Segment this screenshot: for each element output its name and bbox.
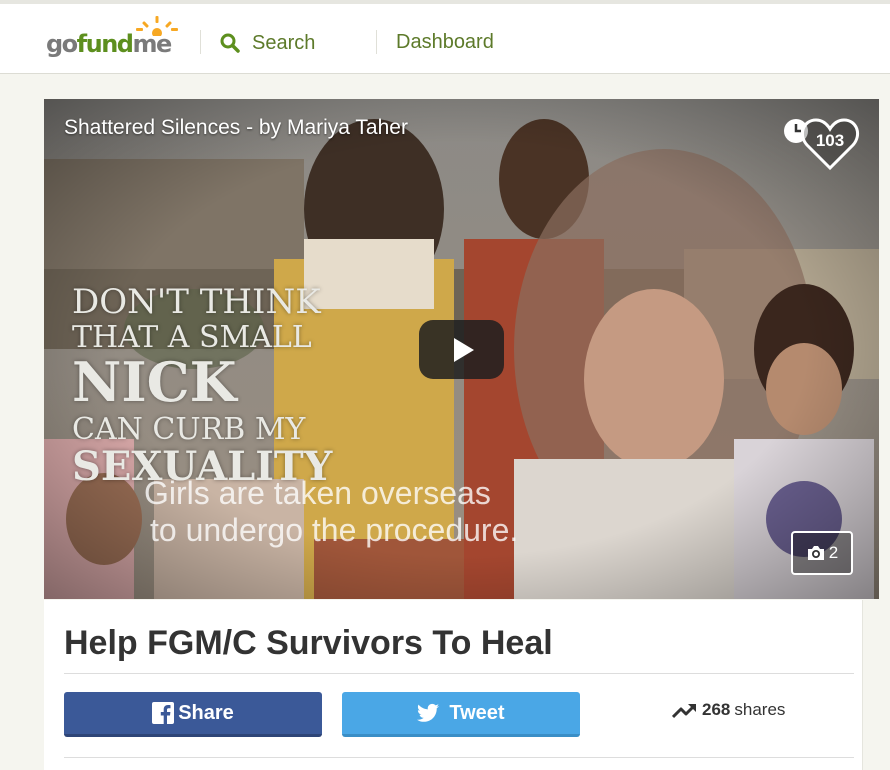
video-subtitle: Girls are taken overseas to undergo the … <box>144 475 518 549</box>
quote-line: THAT A SMALL <box>72 320 312 355</box>
logo-wordmark: gofundme <box>46 30 172 58</box>
campaign-video[interactable]: Shattered Silences - by Mariya Taher DON… <box>44 99 879 599</box>
quote-line: DON'T THINK <box>72 282 321 322</box>
shares-count: 268 <box>702 700 731 719</box>
dashboard-link[interactable]: Dashboard <box>396 31 494 54</box>
gofundme-logo[interactable]: gofundme <box>46 16 186 62</box>
shares-label: shares <box>734 700 786 719</box>
header-divider <box>200 30 201 54</box>
video-overlay-quote: DON'T THINK THAT A SMALL NICK CAN CURB M… <box>72 285 332 487</box>
facebook-share-button[interactable]: Share <box>64 692 322 737</box>
twitter-icon <box>417 703 440 722</box>
photo-gallery-button[interactable]: 2 <box>791 531 853 575</box>
search-icon <box>220 33 240 53</box>
quote-line: NICK <box>72 350 237 414</box>
photo-count: 2 <box>828 543 839 562</box>
quote-line: CAN CURB MY <box>72 412 306 447</box>
play-button[interactable] <box>419 320 504 379</box>
tweet-label: Tweet <box>449 701 505 724</box>
panel-edge <box>862 600 863 770</box>
divider <box>64 673 854 674</box>
campaign-panel: Help FGM/C Survivors To Heal Share Tweet… <box>44 600 862 770</box>
share-label: Share <box>178 701 234 724</box>
twitter-tweet-button[interactable]: Tweet <box>342 692 580 737</box>
facebook-icon <box>152 702 175 724</box>
shares-counter: 268 shares <box>672 700 785 720</box>
camera-icon <box>807 546 824 560</box>
video-title: Shattered Silences - by Mariya Taher <box>64 116 408 139</box>
subtitle-line: Girls are taken overseas <box>144 475 491 511</box>
campaign-title: Help FGM/C Survivors To Heal <box>64 624 553 662</box>
divider <box>64 757 854 758</box>
heart-count: 103 <box>815 131 845 150</box>
trending-up-icon <box>672 704 696 719</box>
search-label: Search <box>252 31 316 54</box>
site-header: gofundme Search Dashboard <box>0 4 890 74</box>
subtitle-line: to undergo the procedure. <box>150 511 519 548</box>
play-icon <box>454 338 474 362</box>
header-divider <box>376 30 377 54</box>
search-button[interactable]: Search <box>220 30 315 56</box>
